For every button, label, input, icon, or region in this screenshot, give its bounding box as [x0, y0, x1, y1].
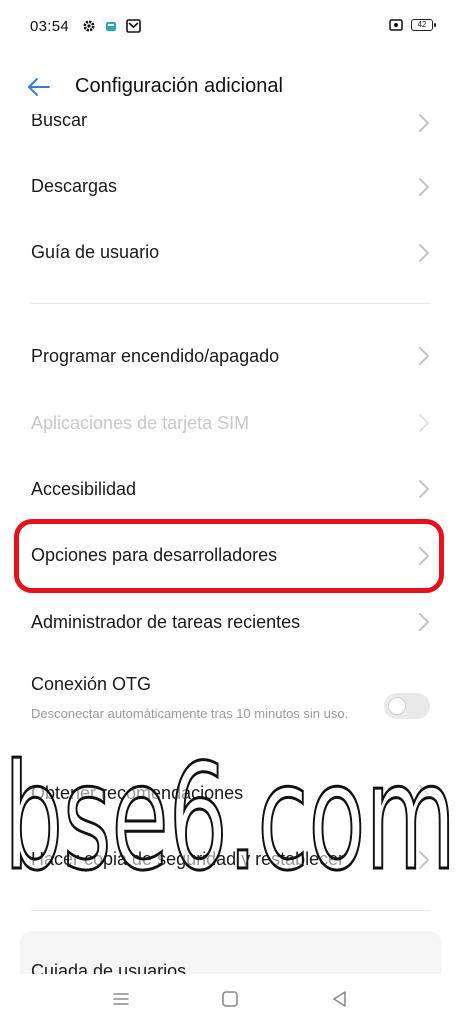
notification-icons: [82, 19, 141, 33]
list-item-obtener-recomendaciones[interactable]: Obtener recomendaciones: [0, 761, 461, 827]
list-item-aplicaciones-sim: Aplicaciones de tarjeta SIM: [0, 389, 461, 455]
gear-icon: [83, 20, 95, 32]
item-label: Conexión OTG: [31, 674, 152, 694]
chevron-right-icon: [419, 851, 429, 869]
battery-icon: 42: [411, 19, 436, 31]
item-label: Opciones para desarrolladores: [31, 545, 278, 565]
screen-record-icon: [389, 19, 403, 31]
item-label: Accesibilidad: [31, 479, 137, 499]
chevron-right-icon: [419, 347, 429, 365]
chevron-right-icon: [419, 480, 429, 498]
system-icons: 42: [389, 19, 436, 31]
list-item-conexion-otg[interactable]: Conexión OTG Desconectar automáticamente…: [0, 659, 461, 749]
chevron-right-icon: [419, 178, 429, 196]
mail-icon: [126, 19, 141, 33]
back-nav-button[interactable]: [327, 986, 353, 1012]
item-label: Buscar: [31, 114, 88, 130]
otg-toggle[interactable]: [384, 693, 430, 719]
chevron-right-icon: [419, 244, 429, 262]
home-button[interactable]: [217, 986, 243, 1012]
item-label: Administrador de tareas recientes: [31, 612, 301, 632]
status-bar: 03:54 42: [0, 0, 461, 56]
square-icon: [222, 991, 238, 1007]
app-notification-icon: [106, 22, 116, 31]
item-label: Guía de usuario: [31, 242, 160, 262]
list-item-descargas[interactable]: Descargas: [0, 154, 461, 220]
chevron-right-icon: [419, 547, 429, 565]
list-item-copia-seguridad[interactable]: Hacer copia de seguridad y restablecer: [0, 827, 461, 893]
section-divider: [31, 910, 431, 911]
triangle-back-icon: [333, 991, 346, 1007]
list-item-programar-encendido[interactable]: Programar encendido/apagado: [0, 322, 461, 388]
back-button[interactable]: [22, 70, 56, 104]
item-label: Aplicaciones de tarjeta SIM: [31, 413, 250, 433]
status-time: 03:54: [30, 18, 70, 35]
menu-button[interactable]: [108, 986, 134, 1012]
chevron-right-icon: [419, 785, 429, 803]
item-label: Obtener recomendaciones: [31, 783, 244, 803]
list-item-accesibilidad[interactable]: Accesibilidad: [0, 455, 461, 521]
list-item-guia-usuario[interactable]: Guía de usuario: [0, 220, 461, 286]
chevron-right-icon: [419, 613, 429, 631]
toggle-knob: [388, 697, 406, 715]
list-item-administrador-tareas[interactable]: Administrador de tareas recientes: [0, 588, 461, 654]
menu-icon: [113, 993, 129, 1005]
item-label: Programar encendido/apagado: [31, 346, 280, 366]
arrow-left-icon: [28, 78, 50, 96]
list-item-buscar[interactable]: Buscar: [0, 114, 461, 154]
item-label: Hacer copia de seguridad y restablecer: [31, 849, 345, 869]
section-divider: [31, 303, 431, 304]
navigation-bar: [0, 974, 461, 1024]
settings-list: Buscar Descargas Guía de usuario Program…: [0, 114, 461, 974]
chevron-right-icon: [419, 414, 429, 432]
page-title: Configuración adicional: [75, 75, 283, 97]
app-header: Configuración adicional: [0, 58, 461, 114]
chevron-right-icon: [419, 114, 429, 132]
item-subtext: Desconectar automáticamente tras 10 minu…: [31, 706, 349, 721]
list-item-opciones-desarrolladores[interactable]: Opciones para desarrolladores: [0, 522, 461, 588]
item-label: Descargas: [31, 176, 118, 196]
